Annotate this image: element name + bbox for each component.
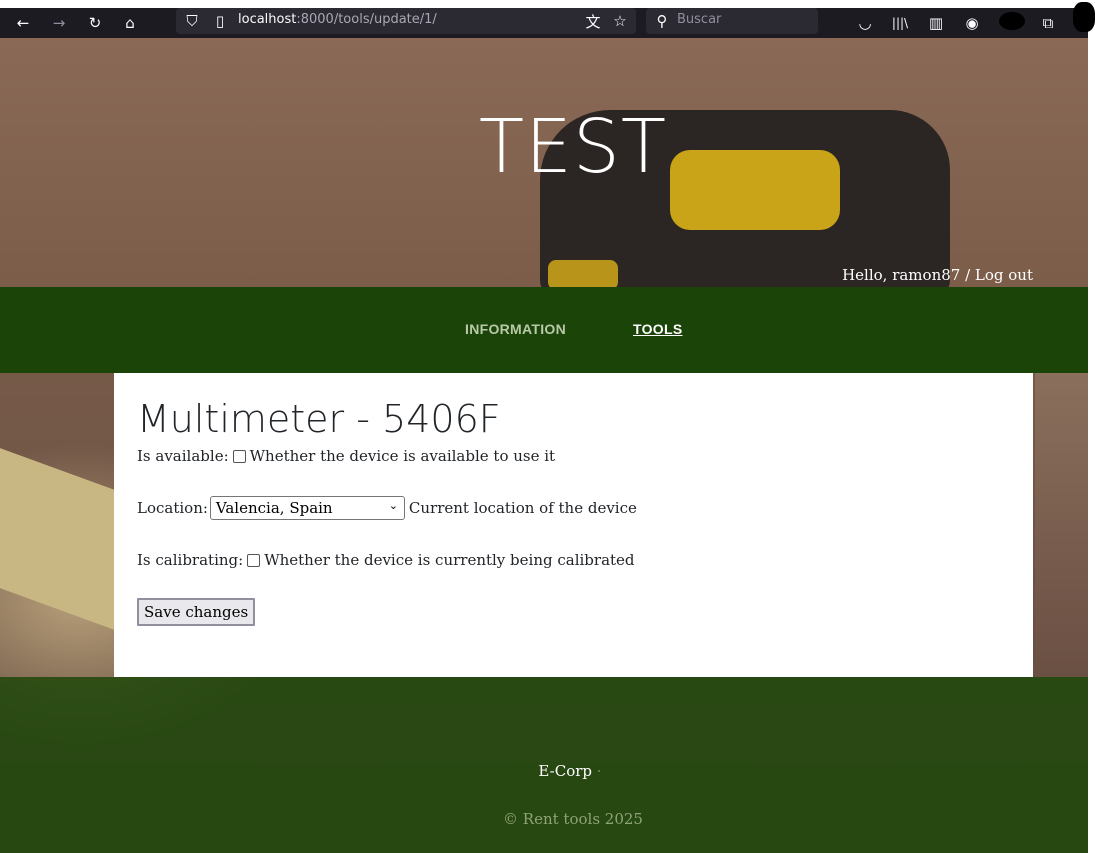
available-help-text: Whether the device is available to use i… [249, 447, 556, 465]
location-select[interactable]: Valencia, Spain ⌄ [209, 496, 405, 520]
page-info-icon[interactable]: ▯ [208, 6, 232, 36]
nav-item-tools[interactable]: TOOLS [633, 321, 682, 337]
library-icon[interactable]: |||\ [888, 8, 912, 38]
location-row: Location: Valencia, Spain ⌄ Current loca… [137, 496, 1010, 520]
footer-brand: E-Corp · [0, 762, 1095, 780]
extensions-icon[interactable]: ⧉ [1036, 8, 1060, 38]
url-bar[interactable]: ⛉ ▯ localhost:8000/tools/update/1/ 文 ☆ [176, 8, 636, 34]
footer-copyright: © Rent tools 2025 [503, 810, 643, 828]
logout-link[interactable]: Log out [975, 266, 1033, 284]
tape-measure-highlight-lower [548, 260, 618, 290]
save-changes-button[interactable]: Save changes [137, 598, 256, 626]
account-icon[interactable]: ◉ [960, 8, 984, 38]
chevron-down-icon: ⌄ [388, 499, 398, 512]
background-edge-image [1035, 373, 1088, 677]
search-placeholder: Buscar [677, 12, 722, 27]
url-text[interactable]: localhost:8000/tools/update/1/ [238, 12, 437, 27]
search-bar[interactable]: ⚲ Buscar [646, 8, 818, 34]
browser-toolbar: ← → ↻ ⌂ ⛉ ▯ localhost:8000/tools/update/… [0, 8, 1088, 38]
redacted-extension-icon[interactable] [999, 12, 1025, 30]
calibrating-label: Is calibrating: [137, 551, 244, 569]
back-arrow-icon[interactable]: ← [11, 8, 35, 38]
page-title: Multimeter - 5406F [137, 397, 501, 441]
nav-item-information[interactable]: INFORMATION [465, 321, 566, 337]
bookmark-star-icon[interactable]: ☆ [608, 6, 632, 36]
tool-update-panel: Multimeter - 5406F Is available: Whether… [114, 373, 1033, 677]
redacted-menu-icon[interactable] [1073, 2, 1095, 32]
home-icon[interactable]: ⌂ [118, 8, 142, 38]
site-title: TEST [478, 104, 668, 190]
greeting-text: Hello, ramon87 / [842, 266, 975, 284]
calibrating-help-text: Whether the device is currently being ca… [264, 551, 635, 569]
footer-brand-name[interactable]: E-Corp [538, 762, 592, 780]
reload-icon[interactable]: ↻ [83, 8, 107, 38]
forward-arrow-icon[interactable]: → [47, 8, 71, 38]
available-label: Is available: [137, 447, 229, 465]
location-label: Location: [137, 499, 208, 517]
calibrating-checkbox[interactable] [247, 553, 261, 567]
main-nav: INFORMATION TOOLS [0, 287, 1088, 373]
calibrating-row: Is calibrating: Whether the device is cu… [137, 549, 1010, 571]
footer-separator: · [596, 762, 602, 780]
footer: E-Corp · © Rent tools 2025 [0, 677, 1088, 853]
available-checkbox[interactable] [232, 449, 246, 463]
user-greeting: Hello, ramon87 / Log out [842, 266, 1033, 284]
url-host: localhost [238, 12, 297, 27]
translate-icon[interactable]: 文 [581, 6, 605, 36]
window-top-edge [0, 0, 1095, 8]
pocket-icon[interactable]: ◡ [853, 8, 877, 38]
shield-icon[interactable]: ⛉ [180, 6, 204, 36]
reader-sidebar-icon[interactable]: ▥ [924, 8, 948, 38]
location-selected-value: Valencia, Spain [215, 499, 333, 517]
search-icon: ⚲ [656, 12, 668, 30]
location-help-text: Current location of the device [408, 499, 637, 517]
url-path: :8000/tools/update/1/ [296, 12, 437, 27]
available-row: Is available: Whether the device is avai… [137, 445, 1010, 467]
